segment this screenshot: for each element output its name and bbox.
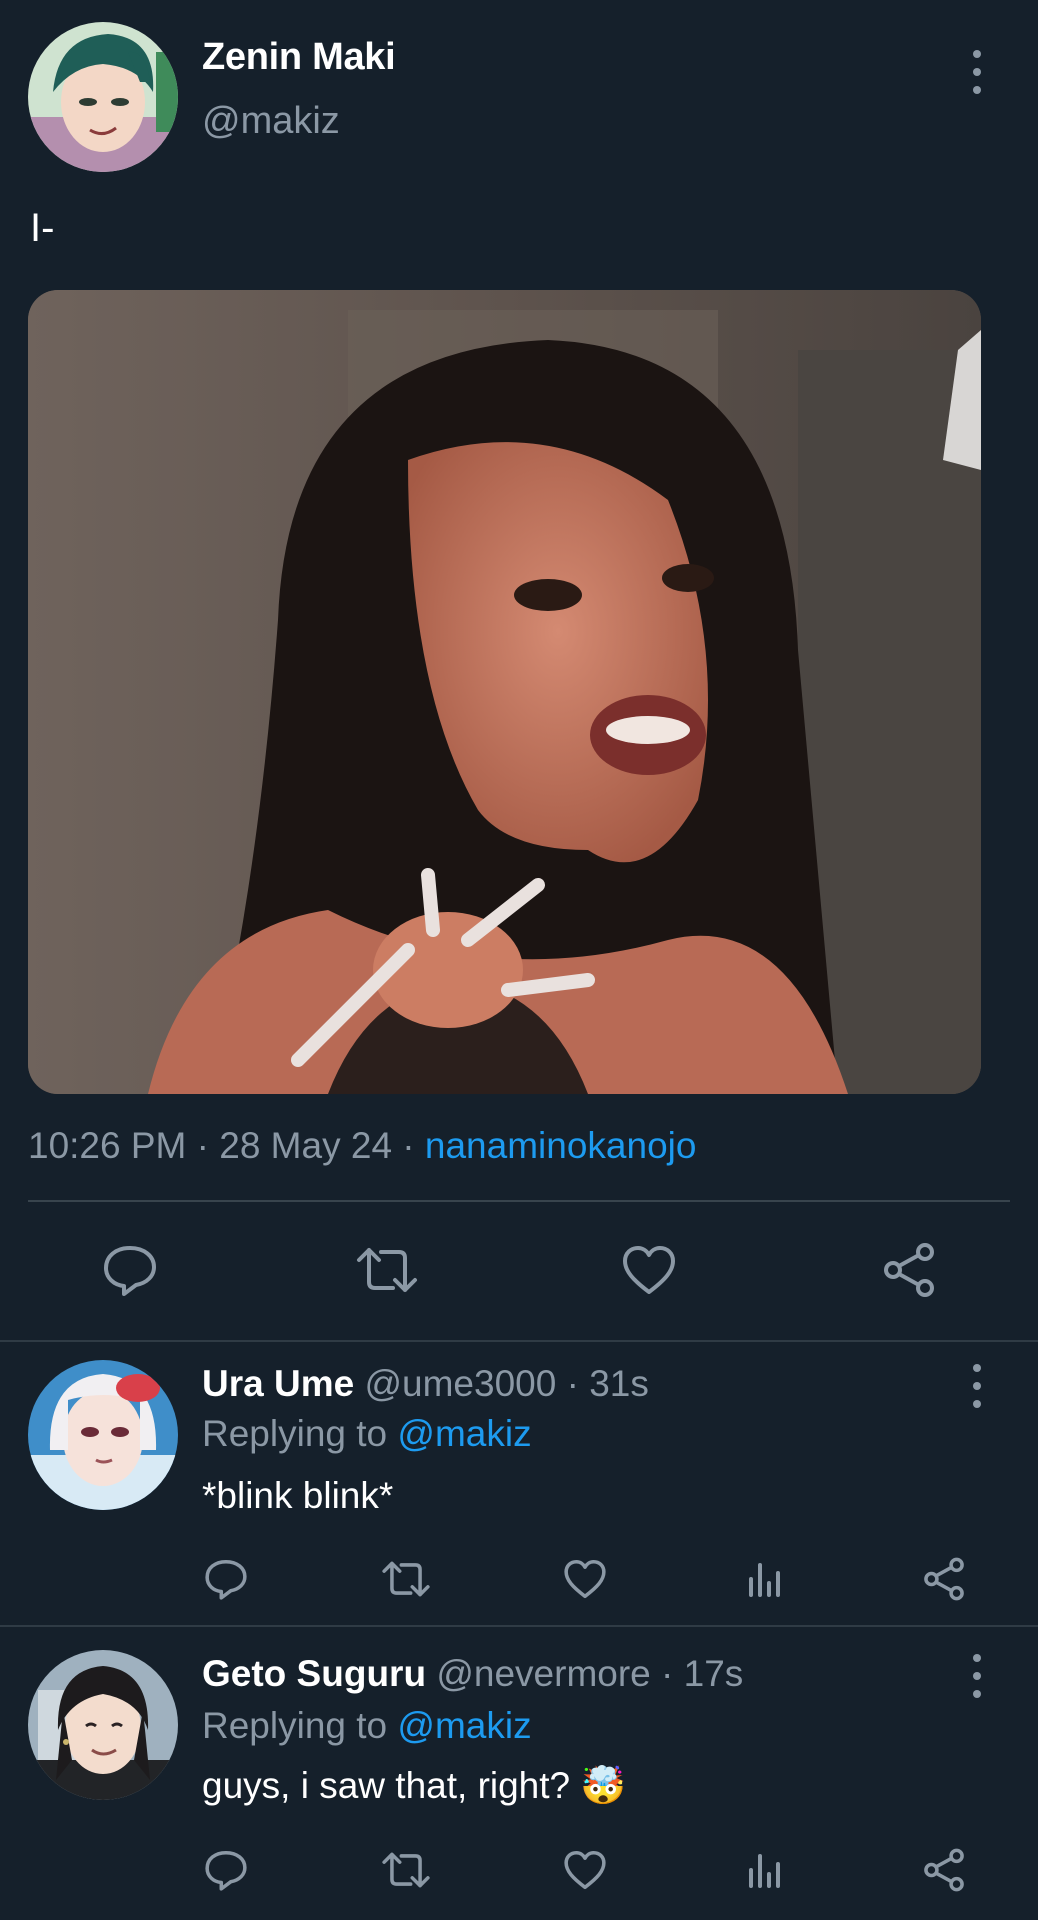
reply-retweet-button[interactable] [380,1846,432,1894]
reply-analytics-button[interactable] [739,1846,791,1894]
reply-share-button[interactable] [918,1555,970,1603]
share-icon [884,1243,934,1297]
reply-icon [104,1246,156,1296]
replying-to: Replying to @makiz [202,1705,532,1746]
tweet-text: I- [30,206,55,250]
retweet-button[interactable] [352,1240,422,1300]
reply-reply-button[interactable] [200,1555,252,1603]
reply-avatar[interactable] [28,1650,178,1800]
analytics-icon [749,1854,780,1888]
reply-text: guys, i saw that, right? 🤯 [202,1765,627,1806]
reply-analytics-button[interactable] [739,1555,791,1603]
author-name[interactable]: Zenin Maki [202,36,396,79]
reply-more-button[interactable] [967,1364,987,1408]
more-vertical-icon [973,1364,981,1372]
reply-more-button[interactable] [967,1654,987,1698]
more-vertical-icon [973,50,981,58]
share-button[interactable] [874,1240,944,1300]
tweet-media[interactable] [28,290,981,1094]
reply-author-meta[interactable]: @nevermore · 17s [436,1653,743,1694]
section-divider [0,1340,1038,1342]
reply-author-name[interactable]: Geto Suguru [202,1653,426,1694]
reply-like-button[interactable] [559,1555,611,1603]
exploding-head-emoji: 🤯 [580,1765,627,1806]
replying-to: Replying to @makiz [202,1413,532,1454]
section-divider [0,1625,1038,1627]
author-avatar[interactable] [28,22,178,172]
tweet-source[interactable]: nanaminokanojo [425,1125,697,1166]
analytics-icon [749,1563,780,1597]
retweet-icon [382,1561,430,1597]
reply-share-button[interactable] [918,1846,970,1894]
share-icon [924,1557,964,1601]
reply-header: Ura Ume @ume3000 · 31s [202,1363,649,1405]
like-icon [564,1850,606,1890]
media-image [28,290,981,1094]
more-options-button[interactable] [967,50,987,94]
reply-retweet-button[interactable] [380,1555,432,1603]
reply-reply-button[interactable] [200,1846,252,1894]
reply-header: Geto Suguru @nevermore · 17s [202,1653,743,1695]
more-vertical-icon [973,1654,981,1662]
reply-author-name[interactable]: Ura Ume [202,1363,354,1404]
like-icon [564,1559,606,1599]
reply-author-meta[interactable]: @ume3000 · 31s [364,1363,648,1404]
tweet-timestamp: 10:26 PM · 28 May 24 · [28,1125,425,1166]
reply-icon [205,1850,247,1891]
reply-avatar[interactable] [28,1360,178,1510]
like-button[interactable] [614,1240,684,1300]
retweet-icon [382,1852,430,1888]
replying-to-handle[interactable]: @makiz [397,1705,531,1746]
author-handle[interactable]: @makiz [202,100,340,143]
like-icon [623,1246,675,1294]
share-icon [924,1848,964,1892]
replying-to-handle[interactable]: @makiz [397,1413,531,1454]
retweet-icon [357,1248,417,1292]
tweet-meta: 10:26 PM · 28 May 24 · nanaminokanojo [28,1125,696,1167]
reply-like-button[interactable] [559,1846,611,1894]
reply-text: *blink blink* [202,1475,394,1516]
divider [28,1200,1010,1202]
reply-icon [205,1559,247,1600]
reply-button[interactable] [95,1240,165,1300]
